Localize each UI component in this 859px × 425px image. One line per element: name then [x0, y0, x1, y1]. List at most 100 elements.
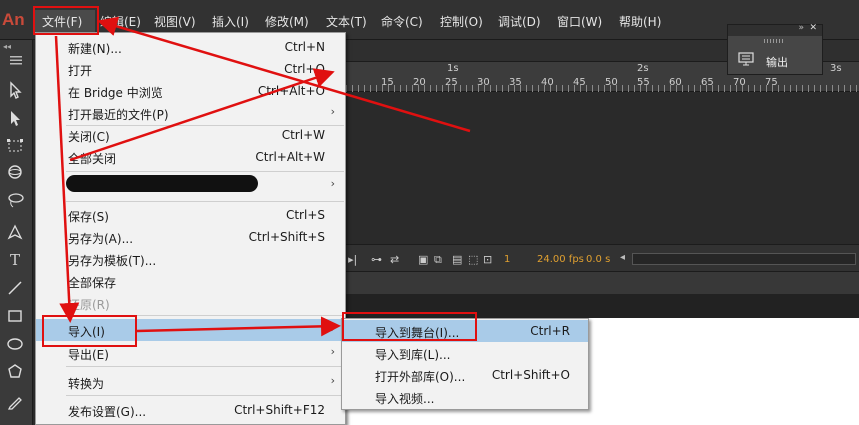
- menu-item-shortcut: Ctrl+Shift+S: [248, 230, 325, 244]
- menu-item-shortcut: Ctrl+W: [281, 128, 325, 142]
- menu-separator: [66, 395, 344, 396]
- menu-item-close-all[interactable]: 全部关闭 Ctrl+Alt+W: [36, 146, 345, 168]
- menu-item-shortcut: Ctrl+O: [284, 62, 325, 76]
- free-transform-icon[interactable]: [5, 136, 25, 156]
- onion-outline-icon[interactable]: ⧉: [434, 253, 442, 267]
- menu-item-label: 转换为: [68, 377, 105, 391]
- edit-frames-icon[interactable]: ▤: [452, 253, 462, 266]
- expand-icon[interactable]: »: [798, 23, 804, 33]
- stage-toolbar: [346, 272, 859, 294]
- output-panel-label[interactable]: 输出: [766, 54, 788, 70]
- submenu-arrow-icon: ›: [330, 322, 335, 335]
- menu-view[interactable]: 视图(V): [154, 13, 196, 30]
- scroll-left-icon[interactable]: ◂: [620, 252, 625, 263]
- menu-item-publish-settings[interactable]: 发布设置(G)... Ctrl+Shift+F12: [36, 399, 345, 421]
- text-tool-icon[interactable]: T: [5, 250, 25, 270]
- menu-item-label: 打开最近的文件(P): [68, 108, 169, 122]
- timeline-tracks[interactable]: [346, 92, 859, 244]
- step-forward-icon[interactable]: ▸|: [348, 253, 357, 266]
- menu-separator: [66, 366, 344, 367]
- elapsed-time: 0.0 s: [586, 254, 611, 265]
- menu-debug[interactable]: 调试(D): [498, 13, 541, 30]
- menu-item-label: 新建(N)...: [68, 42, 122, 56]
- menu-item-label: 关闭(C): [68, 130, 110, 144]
- annotation-box-import-to-stage: [342, 312, 477, 341]
- frame-rate[interactable]: 24.00 fps: [537, 254, 584, 265]
- 3d-rotation-icon[interactable]: [5, 162, 25, 182]
- panel-menu-icon[interactable]: [0, 54, 33, 66]
- menu-item-label: 在 Bridge 中浏览: [68, 86, 163, 100]
- app-logo: An: [2, 10, 25, 29]
- center-frame-icon[interactable]: ⊶: [371, 253, 382, 266]
- menu-item-label: 另存为(A)...: [68, 232, 134, 246]
- menu-item-browse-bridge[interactable]: 在 Bridge 中浏览 Ctrl+Alt+O: [36, 80, 345, 102]
- modify-markers-icon[interactable]: ⬚: [468, 253, 478, 266]
- menu-item-close[interactable]: 关闭(C) Ctrl+W: [36, 124, 345, 146]
- file-menu: 新建(N)... Ctrl+N 打开 Ctrl+O 在 Bridge 中浏览 C…: [35, 32, 346, 425]
- current-frame[interactable]: 1: [504, 254, 510, 265]
- menu-item-open[interactable]: 打开 Ctrl+O: [36, 58, 345, 80]
- menu-item-label: 保存(S): [68, 210, 109, 224]
- menu-insert[interactable]: 插入(I): [212, 13, 249, 30]
- annotation-box-import: [42, 315, 137, 347]
- menu-separator: [66, 201, 344, 202]
- ruler-second-label: 3s: [830, 63, 842, 74]
- menu-control[interactable]: 控制(O): [440, 13, 483, 30]
- menu-item-new[interactable]: 新建(N)... Ctrl+N: [36, 36, 345, 58]
- menu-item-shortcut: Ctrl+Shift+F12: [234, 403, 325, 417]
- pen-icon[interactable]: [5, 222, 25, 242]
- menu-commands[interactable]: 命令(C): [381, 13, 423, 30]
- menu-item-convert-to[interactable]: 转换为 ›: [36, 371, 345, 393]
- subselection-tool-icon[interactable]: [5, 108, 25, 128]
- menu-item-save-as-template[interactable]: 另存为模板(T)...: [36, 248, 345, 270]
- menu-item-save-as[interactable]: 另存为(A)... Ctrl+Shift+S: [36, 226, 345, 248]
- redacted-mark: [66, 175, 258, 192]
- collapse-icon[interactable]: ◂◂: [0, 42, 33, 54]
- menu-item-save[interactable]: 保存(S) Ctrl+S: [36, 204, 345, 226]
- oval-tool-icon[interactable]: [5, 334, 25, 354]
- menu-modify[interactable]: 修改(M): [265, 13, 309, 30]
- menu-edit[interactable]: 编辑(E): [100, 13, 141, 30]
- lasso-icon[interactable]: [5, 190, 25, 210]
- ruler-ticks: [346, 85, 859, 92]
- menu-item-open-recent[interactable]: 打开最近的文件(P) ›: [36, 102, 345, 124]
- loop-icon[interactable]: ⇄: [390, 253, 399, 266]
- polystar-tool-icon[interactable]: [5, 362, 25, 382]
- ruler-second-label: 1s: [447, 63, 459, 74]
- submenu-arrow-icon: ›: [330, 345, 335, 358]
- menu-window[interactable]: 窗口(W): [557, 13, 602, 30]
- menu-item-shortcut: Ctrl+Shift+O: [491, 368, 570, 382]
- menu-item-open-external-library[interactable]: 打开外部库(O)... Ctrl+Shift+O: [342, 364, 588, 386]
- line-tool-icon[interactable]: [5, 278, 25, 298]
- timeline-scrollbar[interactable]: [632, 253, 856, 265]
- menu-item-label: 打开: [68, 64, 93, 78]
- menu-help[interactable]: 帮助(H): [619, 13, 661, 30]
- panel-grip-icon[interactable]: [764, 39, 784, 43]
- menu-item-label: 导入到库(L)...: [375, 348, 451, 362]
- annotation-box-file-menu: [33, 6, 99, 35]
- menu-item-import-video[interactable]: 导入视频...: [342, 386, 588, 408]
- menu-item-shortcut: Ctrl+N: [284, 40, 325, 54]
- menu-item-import-to-library[interactable]: 导入到库(L)...: [342, 342, 588, 364]
- submenu-arrow-icon: ›: [330, 177, 335, 190]
- selection-tool-icon[interactable]: [5, 80, 25, 100]
- menu-item-shortcut: Ctrl+Alt+W: [255, 150, 325, 164]
- onion-skin-icon[interactable]: ▣: [418, 253, 428, 266]
- menu-item-label: 全部关闭: [68, 152, 117, 166]
- menu-item-label: 另存为模板(T)...: [68, 254, 157, 268]
- output-panel: » ✕ 输出: [727, 23, 823, 75]
- frame-marker-icon[interactable]: ⊡: [483, 253, 492, 266]
- menu-item-shortcut: Ctrl+R: [530, 324, 570, 338]
- close-icon[interactable]: ✕: [809, 23, 817, 33]
- menu-item-save-all[interactable]: 全部保存: [36, 270, 345, 292]
- submenu-arrow-icon: ›: [330, 374, 335, 387]
- menu-item-label: 还原(R): [68, 298, 110, 312]
- output-panel-header: » ✕: [728, 23, 822, 36]
- pencil-icon[interactable]: [5, 392, 25, 412]
- monitor-icon: [738, 51, 754, 71]
- rectangle-tool-icon[interactable]: [5, 306, 25, 326]
- menu-text[interactable]: 文本(T): [326, 13, 367, 30]
- menu-separator: [66, 171, 344, 172]
- menu-item-label: 全部保存: [68, 276, 117, 290]
- menu-item-revert: 还原(R): [36, 292, 345, 314]
